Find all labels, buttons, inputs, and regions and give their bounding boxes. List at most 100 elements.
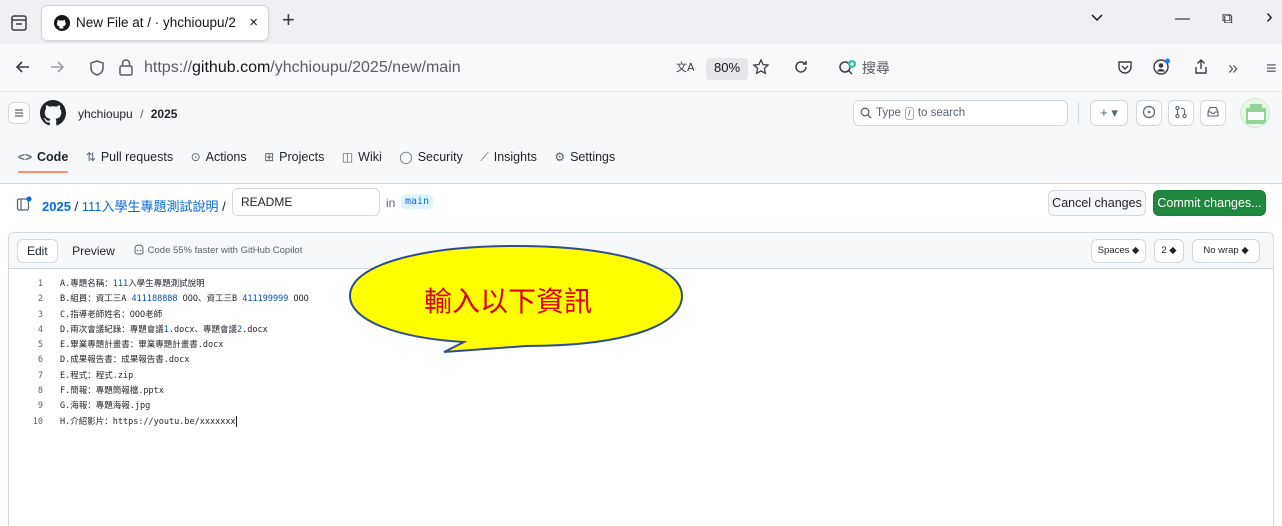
- tab-security[interactable]: ◯ Security: [399, 150, 463, 164]
- line-content[interactable]: G.海報：專題海報.jpg: [60, 399, 150, 414]
- account-icon[interactable]: [1152, 58, 1172, 80]
- code-line[interactable]: 5 E.畢業專題計畫書：畢業專題計畫書.docx: [9, 338, 309, 353]
- search-engine-icon: [839, 60, 856, 75]
- share-icon[interactable]: [1192, 58, 1210, 80]
- url-text[interactable]: https://github.com/yhchioupu/2025/new/ma…: [144, 59, 461, 77]
- tab-edit[interactable]: Edit: [17, 239, 58, 263]
- indent-size-select[interactable]: 2 ◆: [1154, 239, 1184, 263]
- search-placeholder: 搜尋: [861, 60, 890, 76]
- tab-close-icon[interactable]: ×: [249, 14, 258, 31]
- line-content[interactable]: B.組員：資工三A 411188888 OOO、資工三B 411199999 O…: [60, 292, 309, 307]
- github-logo-icon[interactable]: [40, 100, 66, 126]
- browser-navigation-bar: https://github.com/yhchioupu/2025/new/ma…: [0, 44, 1282, 92]
- cancel-changes-button[interactable]: Cancel changes: [1048, 190, 1146, 216]
- address-bar[interactable]: https://github.com/yhchioupu/2025/new/ma…: [90, 52, 694, 84]
- overflow-chevron-icon[interactable]: ›: [1266, 6, 1273, 29]
- tab-settings[interactable]: ⚙ Settings: [554, 150, 615, 164]
- line-number: 3: [37, 309, 43, 320]
- owner-link[interactable]: yhchioupu: [78, 107, 133, 121]
- breadcrumb-separator: /: [140, 107, 144, 121]
- edit-preview-toggle: Edit Preview: [17, 239, 125, 263]
- code-line[interactable]: 2 B.組員：資工三A 411188888 OOO、資工三B 411199999 …: [9, 292, 309, 307]
- path-folder-link[interactable]: 111入學生專題測試說明: [82, 199, 219, 214]
- tab-code[interactable]: <> Code: [18, 150, 68, 173]
- commit-changes-button[interactable]: Commit changes...: [1153, 190, 1266, 216]
- tab-wiki[interactable]: ◫ Wiki: [342, 150, 382, 164]
- pull-request-icon: ⇅: [85, 150, 96, 164]
- play-icon: ⊙: [190, 150, 201, 164]
- file-path: 2025 / 111入學生專題測試說明 /: [42, 196, 226, 215]
- indent-mode-select[interactable]: Spaces ◆: [1091, 239, 1146, 263]
- code-line[interactable]: 8 F.簡報：專題簡報檔.pptx: [9, 384, 309, 399]
- line-number: 9: [37, 401, 43, 412]
- zoom-level-badge[interactable]: 80%: [706, 58, 749, 80]
- tab-pull-requests[interactable]: ⇅ Pull requests: [86, 150, 173, 164]
- code-line[interactable]: 1 A.專題名稱：111入學生專題測試說明: [9, 277, 309, 292]
- active-browser-tab[interactable]: New File at / · yhchioupu/202 ×: [42, 6, 268, 40]
- reload-icon[interactable]: [792, 58, 810, 80]
- back-arrow-icon[interactable]: [14, 58, 32, 80]
- forward-arrow-icon[interactable]: [48, 58, 66, 80]
- code-line[interactable]: 10 H.介紹影片：https://youtu.be/xxxxxxx: [9, 415, 309, 430]
- tab-preview[interactable]: Preview: [62, 239, 125, 263]
- wrap-mode-select[interactable]: No wrap ◆: [1192, 239, 1260, 263]
- copilot-promo[interactable]: Code 55% faster with GitHub Copilot: [133, 244, 302, 256]
- repo-link[interactable]: 2025: [151, 107, 178, 121]
- minimize-button[interactable]: —: [1175, 10, 1190, 27]
- code-line[interactable]: 9 G.海報：專題海報.jpg: [9, 399, 309, 414]
- line-content[interactable]: D.兩次會議紀錄：專題會議1.docx、專題會議2.docx: [60, 323, 268, 338]
- new-tab-button[interactable]: +: [282, 9, 295, 31]
- restore-button[interactable]: ⧉: [1222, 10, 1233, 27]
- line-number: 2: [37, 294, 43, 305]
- more-tools-icon[interactable]: »: [1228, 58, 1238, 78]
- translate-icon[interactable]: 文A: [676, 59, 695, 80]
- file-tree-toggle-icon[interactable]: [16, 196, 32, 212]
- code-line[interactable]: 4 D.兩次會議紀錄：專題會議1.docx、專題會議2.docx: [9, 323, 309, 338]
- code-line[interactable]: 7 E.程式：程式.zip: [9, 369, 309, 384]
- tab-insights[interactable]: ⟋ Insights: [480, 150, 537, 165]
- filename-input[interactable]: README: [232, 188, 380, 216]
- lock-icon[interactable]: [118, 58, 134, 76]
- tab-projects[interactable]: ⊞ Projects: [264, 150, 324, 164]
- code-line[interactable]: 3 C.指導老師姓名：OOO老師: [9, 308, 309, 323]
- line-content[interactable]: E.程式：程式.zip: [60, 369, 133, 384]
- create-new-button[interactable]: + ▾: [1090, 100, 1128, 126]
- line-number: 10: [32, 416, 43, 427]
- path-separator: /: [218, 199, 226, 214]
- line-number: 6: [37, 355, 43, 366]
- path-separator: /: [70, 199, 82, 214]
- search-icon: [860, 107, 872, 119]
- tab-list-icon[interactable]: [8, 12, 30, 34]
- shield-tracking-icon[interactable]: [88, 59, 106, 77]
- pull-requests-header-icon[interactable]: [1168, 100, 1194, 126]
- tab-title: New File at / · yhchioupu/202: [76, 15, 236, 30]
- tab-actions[interactable]: ⊙ Actions: [191, 150, 247, 164]
- code-line[interactable]: 6 D.成果報告書：成果報告書.docx: [9, 353, 309, 368]
- global-menu-button[interactable]: [8, 102, 30, 124]
- github-search-input[interactable]: Type / to search: [853, 100, 1068, 126]
- pocket-icon[interactable]: [1116, 58, 1134, 80]
- line-content[interactable]: D.成果報告書：成果報告書.docx: [60, 353, 189, 368]
- issues-icon[interactable]: [1136, 100, 1162, 126]
- line-content[interactable]: H.介紹影片：https://youtu.be/xxxxxxx: [60, 415, 237, 430]
- user-avatar[interactable]: [1240, 98, 1270, 128]
- inbox-icon[interactable]: [1200, 100, 1226, 126]
- search-bar[interactable]: 搜尋: [838, 58, 890, 78]
- line-number: 1: [37, 279, 43, 289]
- shield-icon: ◯: [399, 150, 413, 164]
- hamburger-menu-icon[interactable]: ≡: [1266, 58, 1277, 78]
- bookmark-star-icon[interactable]: [752, 58, 770, 80]
- path-repo-link[interactable]: 2025: [42, 199, 71, 214]
- gear-icon: ⚙: [554, 150, 566, 164]
- list-all-tabs-icon[interactable]: [1090, 10, 1104, 28]
- table-icon: ⊞: [264, 150, 275, 164]
- line-content[interactable]: E.畢業專題計畫書：畢業專題計畫書.docx: [60, 338, 223, 353]
- repo-navigation: <> Code ⇅ Pull requests ⊙ Actions ⊞ Projects…: [18, 150, 629, 172]
- breadcrumb: yhchioupu / 2025: [78, 107, 177, 121]
- code-lines[interactable]: 1 A.專題名稱：111入學生專題測試說明 2 B.組員：資工三A 411188888…: [9, 277, 309, 430]
- line-content[interactable]: C.指導老師姓名：OOO老師: [60, 308, 162, 323]
- line-content[interactable]: A.專題名稱：111入學生專題測試說明: [60, 277, 205, 292]
- browser-tab-strip: New File at / · yhchioupu/202 × + — ⧉ ›: [0, 0, 1282, 44]
- github-header: yhchioupu / 2025 Type / to search + ▾ <>…: [0, 92, 1282, 184]
- line-content[interactable]: F.簡報：專題簡報檔.pptx: [60, 384, 164, 399]
